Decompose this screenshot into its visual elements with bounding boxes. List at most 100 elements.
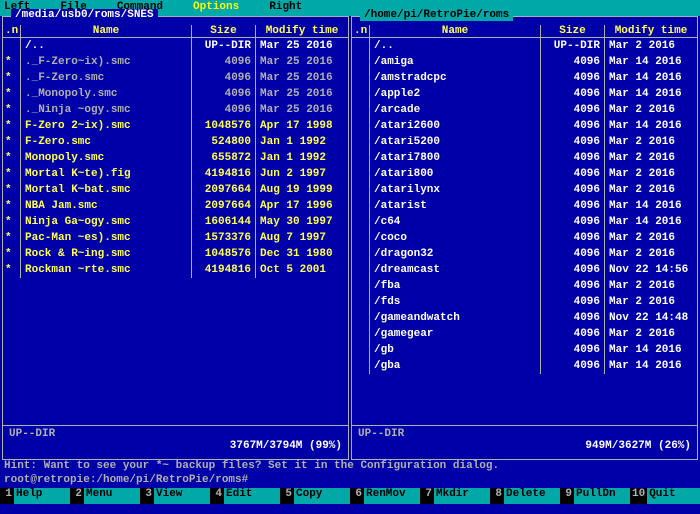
row-mtime: Aug 7 1997 <box>256 230 348 246</box>
row-marker: * <box>3 54 21 70</box>
right-panel[interactable]: /home/pi/RetroPie/roms .n Name Size Modi… <box>351 16 698 460</box>
file-row[interactable]: /atari78004096Mar 2 2016 <box>352 150 697 166</box>
file-row[interactable]: /fba4096Mar 2 2016 <box>352 278 697 294</box>
file-row[interactable]: *Mortal K~te).fig4194816Jun 2 1997 <box>3 166 348 182</box>
file-row[interactable]: /gb4096Mar 14 2016 <box>352 342 697 358</box>
fkey-number: 9 <box>560 488 574 504</box>
file-row[interactable]: /atari8004096Mar 2 2016 <box>352 166 697 182</box>
fkey-menu[interactable]: 2Menu <box>70 488 140 504</box>
file-row[interactable]: /atarist4096Mar 14 2016 <box>352 198 697 214</box>
file-row[interactable]: *._Monopoly.smc4096Mar 25 2016 <box>3 86 348 102</box>
fkey-delete[interactable]: 8Delete <box>490 488 560 504</box>
file-row[interactable]: /arcade4096Mar 2 2016 <box>352 102 697 118</box>
row-name: /atari2600 <box>370 118 541 134</box>
col-mod[interactable]: Modify time <box>605 25 697 37</box>
right-panel-path: /home/pi/RetroPie/roms <box>360 9 513 21</box>
fkey-quit[interactable]: 10Quit <box>630 488 700 504</box>
row-marker <box>3 38 21 54</box>
row-size: 4096 <box>541 118 605 134</box>
file-row[interactable]: *Rockman ~rte.smc4194816Oct 5 2001 <box>3 262 348 278</box>
file-row[interactable]: *Ninja Ga~ogy.smc1606144May 30 1997 <box>3 214 348 230</box>
file-row[interactable]: *Mortal K~bat.smc2097664Aug 19 1999 <box>3 182 348 198</box>
right-panel-footer: UP--DIR 949M/3627M (26%) <box>352 425 697 459</box>
row-mtime: Mar 2 2016 <box>605 182 697 198</box>
right-file-list[interactable]: /..UP--DIRMar 2 2016/amiga4096Mar 14 201… <box>352 38 697 425</box>
row-name: F-Zero 2~ix).smc <box>21 118 192 134</box>
row-mtime: Oct 5 2001 <box>256 262 348 278</box>
row-name: F-Zero.smc <box>21 134 192 150</box>
menu-right[interactable]: Right <box>269 1 302 15</box>
file-row[interactable]: *F-Zero.smc524800Jan 1 1992 <box>3 134 348 150</box>
col-n[interactable]: .n <box>352 25 370 37</box>
col-name[interactable]: Name <box>370 25 541 37</box>
fkey-copy[interactable]: 5Copy <box>280 488 350 504</box>
row-mtime: Mar 2 2016 <box>605 294 697 310</box>
file-row[interactable]: /apple24096Mar 14 2016 <box>352 86 697 102</box>
file-row[interactable]: /..UP--DIRMar 25 2016 <box>3 38 348 54</box>
file-row[interactable]: /atarilynx4096Mar 2 2016 <box>352 182 697 198</box>
fkey-number: 7 <box>420 488 434 504</box>
file-row[interactable]: *._Ninja ~ogy.smc4096Mar 25 2016 <box>3 102 348 118</box>
row-name: Mortal K~te).fig <box>21 166 192 182</box>
fkey-label: Edit <box>224 488 280 504</box>
row-name: /dreamcast <box>370 262 541 278</box>
fkey-pulldn[interactable]: 9PullDn <box>560 488 630 504</box>
row-marker: * <box>3 182 21 198</box>
file-row[interactable]: *._F-Zero.smc4096Mar 25 2016 <box>3 70 348 86</box>
file-row[interactable]: /gameandwatch4096Nov 22 14:48 <box>352 310 697 326</box>
fkey-help[interactable]: 1Help <box>0 488 70 504</box>
file-row[interactable]: *Pac-Man ~es).smc1573376Aug 7 1997 <box>3 230 348 246</box>
fkey-label: Copy <box>294 488 350 504</box>
menu-options[interactable]: Options <box>193 1 239 15</box>
row-name: /apple2 <box>370 86 541 102</box>
row-name: Monopoly.smc <box>21 150 192 166</box>
col-size[interactable]: Size <box>541 25 605 37</box>
row-size: UP--DIR <box>192 38 256 54</box>
file-row[interactable]: /gba4096Mar 14 2016 <box>352 358 697 374</box>
file-row[interactable]: *Rock & R~ing.smc1048576Dec 31 1980 <box>3 246 348 262</box>
fkey-number: 8 <box>490 488 504 504</box>
file-row[interactable]: /atari52004096Mar 2 2016 <box>352 134 697 150</box>
file-row[interactable]: /amiga4096Mar 14 2016 <box>352 54 697 70</box>
file-row[interactable]: *._F-Zero~ix).smc4096Mar 25 2016 <box>3 54 348 70</box>
col-n[interactable]: .n <box>3 25 21 37</box>
shell-prompt[interactable]: root@retropie:/home/pi/RetroPie/roms# <box>0 474 700 488</box>
file-row[interactable]: /dreamcast4096Nov 22 14:56 <box>352 262 697 278</box>
left-panel[interactable]: /media/usb0/roms/SNES .n Name Size Modif… <box>2 16 349 460</box>
right-disk-usage: 949M/3627M (26%) <box>358 440 691 452</box>
row-marker <box>352 278 370 294</box>
file-row[interactable]: /dragon324096Mar 2 2016 <box>352 246 697 262</box>
fkey-view[interactable]: 3View <box>140 488 210 504</box>
row-size: 4096 <box>541 342 605 358</box>
row-mtime: Mar 14 2016 <box>605 118 697 134</box>
fkey-edit[interactable]: 4Edit <box>210 488 280 504</box>
file-row[interactable]: *NBA Jam.smc2097664Apr 17 1996 <box>3 198 348 214</box>
fkey-mkdir[interactable]: 7Mkdir <box>420 488 490 504</box>
row-name: /gamegear <box>370 326 541 342</box>
row-marker <box>352 358 370 374</box>
file-row[interactable]: /coco4096Mar 2 2016 <box>352 230 697 246</box>
col-size[interactable]: Size <box>192 25 256 37</box>
row-mtime: Mar 2 2016 <box>605 150 697 166</box>
fkey-label: PullDn <box>574 488 630 504</box>
left-file-list[interactable]: /..UP--DIRMar 25 2016*._F-Zero~ix).smc40… <box>3 38 348 425</box>
left-disk-usage: 3767M/3794M (99%) <box>9 440 342 452</box>
col-name[interactable]: Name <box>21 25 192 37</box>
row-size: 1606144 <box>192 214 256 230</box>
fkey-number: 6 <box>350 488 364 504</box>
row-size: 524800 <box>192 134 256 150</box>
file-row[interactable]: *F-Zero 2~ix).smc1048576Apr 17 1998 <box>3 118 348 134</box>
function-key-bar[interactable]: 1Help2Menu3View4Edit5Copy6RenMov7Mkdir8D… <box>0 488 700 504</box>
left-panel-path: /media/usb0/roms/SNES <box>11 9 158 21</box>
file-row[interactable]: /..UP--DIRMar 2 2016 <box>352 38 697 54</box>
file-row[interactable]: *Monopoly.smc655872Jan 1 1992 <box>3 150 348 166</box>
fkey-renmov[interactable]: 6RenMov <box>350 488 420 504</box>
file-row[interactable]: /atari26004096Mar 14 2016 <box>352 118 697 134</box>
file-row[interactable]: /gamegear4096Mar 2 2016 <box>352 326 697 342</box>
file-row[interactable]: /fds4096Mar 2 2016 <box>352 294 697 310</box>
file-row[interactable]: /amstradcpc4096Mar 14 2016 <box>352 70 697 86</box>
col-mod[interactable]: Modify time <box>256 25 348 37</box>
row-marker <box>352 342 370 358</box>
file-row[interactable]: /c644096Mar 14 2016 <box>352 214 697 230</box>
hint-line: Hint: Want to see your *~ backup files? … <box>0 460 700 474</box>
